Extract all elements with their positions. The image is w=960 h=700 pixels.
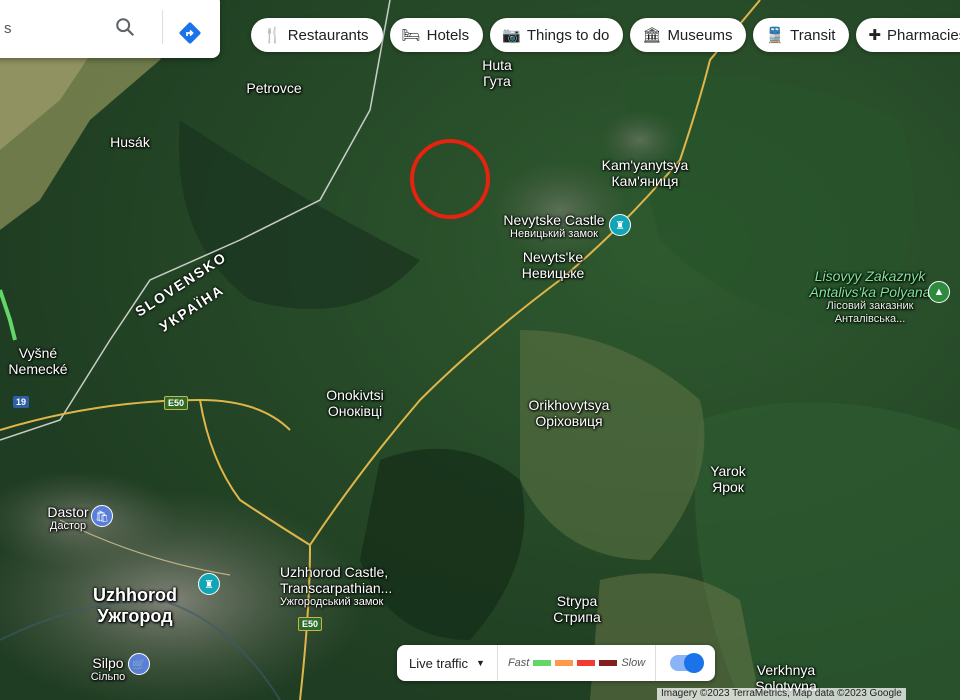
legend-swatch [555,660,574,666]
chip-label: Things to do [526,26,610,44]
chip-pharmacies[interactable]: ✚ Pharmacies [856,18,960,52]
place-label-petrovce[interactable]: Petrovce [246,80,301,96]
map-attribution: Imagery ©2023 TerraMetrics, Map data ©20… [657,688,906,700]
place-label-uzhhorod-castle[interactable]: Uzhhorod Castle, Transcarpathian... Ужгоро… [280,564,392,609]
place-label-husak[interactable]: Husák [110,134,150,150]
place-label-yarok[interactable]: Yarok Ярок [710,463,746,495]
dropdown-arrow-icon: ▼ [476,658,485,668]
road-shield-e50: E50 [164,396,189,410]
legend-swatch [599,660,618,666]
place-label-onokivtsi[interactable]: Onokivtsi Онoківці [326,387,384,419]
live-traffic-dropdown[interactable]: Live traffic ▼ [397,645,498,681]
place-label-vysne-nemecke[interactable]: Vyšné Nemecké [8,345,67,377]
chip-label: Transit [790,26,836,44]
park-poi-icon[interactable]: ▲ [928,281,950,303]
road-shield-19: 19 [13,396,30,408]
chip-label: Pharmacies [887,26,960,44]
toggle-knob [684,653,705,673]
place-label-uzhhorod[interactable]: Uzhhorod Ужгород [93,585,177,626]
chip-restaurants[interactable]: 🍴 Restaurants [251,18,383,52]
fork-knife-icon: 🍴 [263,27,282,44]
camera-icon: 📷 [502,27,521,44]
legend-fast-label: Fast [507,657,530,669]
search-divider [162,10,163,44]
castle-poi-icon[interactable]: ♜ [609,214,631,236]
legend-swatch [533,660,552,666]
shopping-poi-icon[interactable]: 🛒 [128,653,150,675]
road-shield-e50: E50 [298,617,323,631]
place-label-nevytske-castle[interactable]: Nevytske Castle Невицький замок [503,212,604,241]
place-label-dastor[interactable]: Dastor Дастор [47,504,88,533]
chip-label: Museums [667,26,733,44]
castle-poi-icon[interactable]: ♜ [198,573,220,595]
category-chips: 🍴 Restaurants 🛏 Hotels 📷 Things to do 🏛 Muse… [251,18,960,52]
live-traffic-label: Live traffic [409,655,469,671]
chip-museums[interactable]: 🏛 Museums [630,18,747,52]
legend-swatch [577,660,596,666]
place-label-nevytske[interactable]: Nevyts'ke Невицьке [522,249,585,281]
chip-transit[interactable]: 🚆 Transit [753,18,850,52]
legend-slow-label: Slow [621,657,646,669]
chip-hotels[interactable]: 🛏 Hotels [389,18,484,52]
chip-label: Restaurants [287,26,369,44]
live-traffic-panel: Live traffic ▼ Fast Slow [397,645,715,681]
shopping-poi-icon[interactable]: 🛍 [91,505,113,527]
search-box[interactable]: s [0,0,220,58]
place-label-huta[interactable]: Huta Гута [482,57,512,89]
place-label-strypa[interactable]: Strypa Стрипа [553,593,601,625]
place-label-kamyanytsya[interactable]: Kam'yanytsya Кам'яниця [602,157,689,189]
place-label-silpo[interactable]: Silpo Сільпо [91,655,126,684]
transit-icon: 🚆 [765,27,785,44]
pharmacy-icon: ✚ [868,27,882,44]
directions-icon[interactable] [178,21,202,45]
search-input[interactable]: s [4,20,12,37]
bed-icon: 🛏 [401,27,421,44]
search-icon[interactable] [114,16,136,38]
traffic-toggle[interactable] [670,653,705,673]
chip-things-to-do[interactable]: 📷 Things to do [490,18,624,52]
museum-icon: 🏛 [642,27,662,44]
place-label-lisovyy-zakaznyk[interactable]: Lisovyy Zakaznyk Antalivs'ka Polyana Лісов… [810,268,931,325]
traffic-legend: Fast Slow [498,645,657,681]
place-label-orikhovytsya[interactable]: Orikhovytsya Оріховиця [529,397,610,429]
chip-label: Hotels [426,26,470,44]
